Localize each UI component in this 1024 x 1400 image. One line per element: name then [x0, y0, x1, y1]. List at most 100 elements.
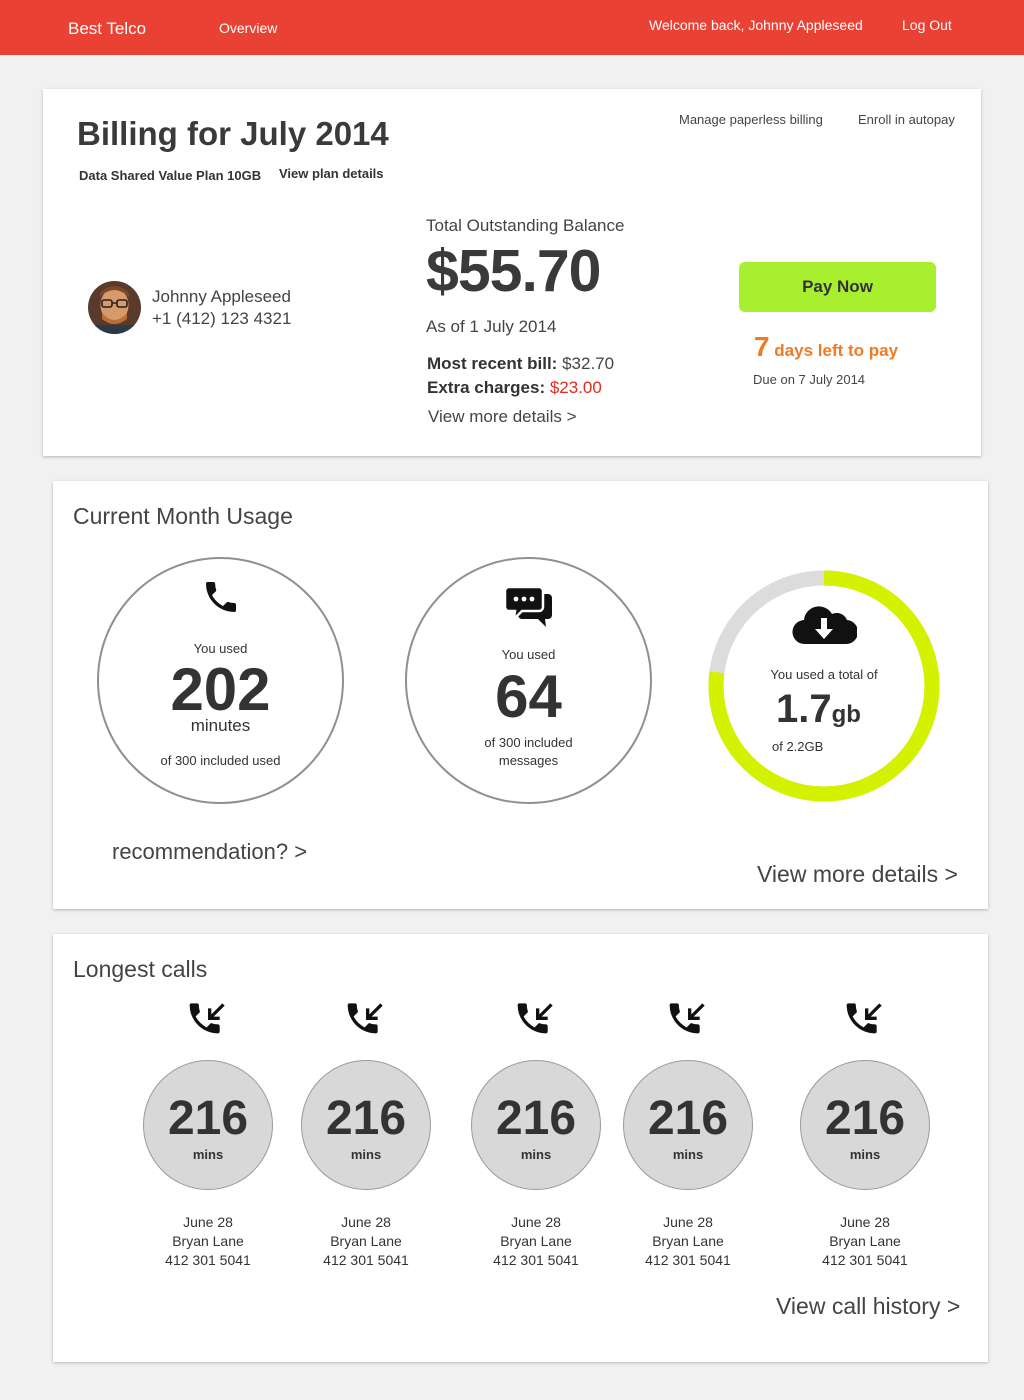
data-value: 1.7 [776, 687, 832, 731]
enroll-autopay-link[interactable]: Enroll in autopay [858, 112, 955, 127]
call-history-link[interactable]: View call history > [776, 1293, 960, 1320]
top-nav-bar: Best Telco Overview Welcome back, Johnny… [0, 0, 1024, 55]
call-info: June 28 Bryan Lane 412 301 5041 [128, 1213, 288, 1270]
call-number: 412 301 5041 [822, 1252, 908, 1268]
call-item[interactable]: 216 mins June 28 Bryan Lane 412 301 5041 [286, 1000, 446, 1268]
messages-you-used: You used [501, 647, 556, 662]
call-mins: 216 [325, 1092, 407, 1145]
incoming-call-icon [669, 1003, 705, 1034]
incoming-call-icon [517, 1003, 553, 1034]
minutes-unit: minutes [190, 716, 251, 735]
call-date: June 28 [183, 1214, 233, 1230]
data-unit: gb [831, 701, 861, 728]
view-plan-details-link[interactable]: View plan details [279, 166, 384, 181]
chat-bubbles-icon [503, 585, 552, 627]
days-left-number: 7 [754, 331, 770, 362]
call-unit: mins [192, 1147, 224, 1162]
call-duration-circle: 216 mins [800, 1060, 930, 1190]
call-unit: mins [849, 1147, 881, 1162]
manage-paperless-link[interactable]: Manage paperless billing [679, 112, 823, 127]
billing-card: Billing for July 2014 Data Shared Value … [43, 89, 981, 456]
brand-logo[interactable]: Best Telco [68, 19, 146, 39]
avatar [88, 281, 141, 334]
call-contact: Bryan Lane [330, 1233, 402, 1249]
recent-bill-value: $32.70 [557, 354, 615, 373]
balance-amount: $55.70 [426, 238, 601, 304]
call-number: 412 301 5041 [645, 1252, 731, 1268]
due-date: Due on 7 July 2014 [753, 372, 866, 387]
minutes-note: of 300 included used [160, 753, 281, 768]
call-item[interactable]: 216 mins June 28 Bryan Lane 412 301 5041 [608, 1000, 768, 1268]
user-name: Johnny Appleseed [152, 287, 291, 306]
plan-name: Data Shared Value Plan 10GB [79, 168, 262, 183]
data-usage-content: You used a total of 1.7gb of 2.2GB [708, 570, 940, 802]
call-unit: mins [350, 1147, 382, 1162]
call-contact: Bryan Lane [500, 1233, 572, 1249]
call-contact: Bryan Lane [172, 1233, 244, 1249]
call-number: 412 301 5041 [493, 1252, 579, 1268]
bill-details-link[interactable]: View more details > [428, 407, 577, 427]
call-unit: mins [520, 1147, 552, 1162]
call-unit: mins [672, 1147, 704, 1162]
messages-value: 64 [495, 663, 562, 730]
call-date: June 28 [663, 1214, 713, 1230]
pay-now-button[interactable]: Pay Now [739, 262, 936, 312]
call-info: June 28 Bryan Lane 412 301 5041 [785, 1213, 945, 1270]
extra-charges-value: $23.00 [545, 378, 602, 397]
messages-note-line2: messages [498, 753, 559, 768]
call-item[interactable]: 216 mins June 28 Bryan Lane 412 301 5041 [785, 1000, 945, 1268]
data-value-row: 1.7gb [776, 687, 861, 732]
recent-bill-label: Most recent bill: [427, 354, 558, 373]
call-info: June 28 Bryan Lane 412 301 5041 [608, 1213, 768, 1270]
messages-usage-circle: You used 64 of 300 included messages [405, 557, 652, 804]
minutes-usage-circle: You used 202 minutes of 300 included use… [97, 557, 344, 804]
call-info: June 28 Bryan Lane 412 301 5041 [456, 1213, 616, 1270]
call-duration-circle: 216 mins [143, 1060, 273, 1190]
call-contact: Bryan Lane [829, 1233, 901, 1249]
call-number: 412 301 5041 [165, 1252, 251, 1268]
call-date: June 28 [840, 1214, 890, 1230]
recommendation-link[interactable]: recommendation? > [112, 839, 307, 865]
usage-card: Current Month Usage You used 202 minutes… [53, 481, 988, 909]
incoming-call-icon [347, 1003, 383, 1034]
call-mins: 216 [647, 1092, 729, 1145]
call-number: 412 301 5041 [323, 1252, 409, 1268]
balance-label: Total Outstanding Balance [426, 216, 625, 235]
call-mins: 216 [167, 1092, 249, 1145]
messages-note-line1: of 300 included [484, 735, 573, 750]
data-you-used: You used a total of [770, 667, 878, 682]
extra-charges-row: Extra charges: $23.00 [427, 378, 602, 398]
logout-link[interactable]: Log Out [902, 17, 952, 33]
cloud-download-icon [792, 606, 857, 645]
call-contact: Bryan Lane [652, 1233, 724, 1249]
longest-calls-card: Longest calls 216 mins June 28 Bryan Lan… [53, 934, 988, 1362]
call-item[interactable]: 216 mins June 28 Bryan Lane 412 301 5041 [456, 1000, 616, 1268]
call-duration-circle: 216 mins [471, 1060, 601, 1190]
balance-as-of: As of 1 July 2014 [426, 317, 557, 336]
extra-charges-label: Extra charges: [427, 378, 546, 397]
call-item[interactable]: 216 mins June 28 Bryan Lane 412 301 5041 [128, 1000, 288, 1268]
page-title: Billing for July 2014 [77, 115, 389, 152]
call-mins: 216 [824, 1092, 906, 1145]
phone-icon [205, 582, 236, 612]
call-date: June 28 [341, 1214, 391, 1230]
nav-overview[interactable]: Overview [219, 20, 277, 36]
call-duration-circle: 216 mins [301, 1060, 431, 1190]
call-info: June 28 Bryan Lane 412 301 5041 [286, 1213, 446, 1270]
incoming-call-icon [846, 1003, 882, 1034]
minutes-value: 202 [170, 656, 271, 723]
recent-bill-row: Most recent bill: $32.70 [427, 354, 614, 374]
call-date: June 28 [511, 1214, 561, 1230]
incoming-call-icon [189, 1003, 225, 1034]
days-left: 7 days left to pay [754, 331, 898, 363]
call-mins: 216 [495, 1092, 577, 1145]
usage-title: Current Month Usage [73, 503, 293, 529]
welcome-text: Welcome back, Johnny Appleseed [649, 17, 863, 33]
longest-calls-title: Longest calls [73, 956, 208, 982]
user-phone: +1 (412) 123 4321 [152, 309, 292, 328]
data-note: of 2.2GB [772, 739, 824, 754]
minutes-you-used: You used [193, 641, 248, 656]
usage-details-link[interactable]: View more details > [757, 861, 958, 888]
days-left-text: days left to pay [769, 341, 899, 360]
call-duration-circle: 216 mins [623, 1060, 753, 1190]
